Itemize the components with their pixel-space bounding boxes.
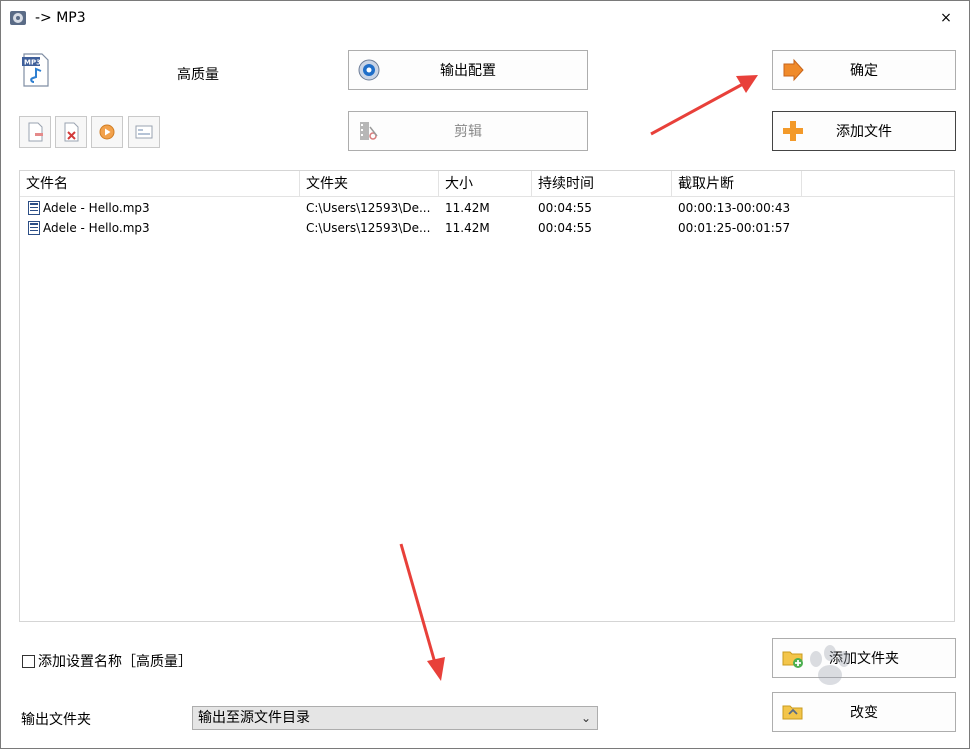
annotation-arrowhead-output — [427, 657, 445, 681]
remove-button[interactable] — [19, 116, 51, 148]
title-bar: -> MP3 × — [1, 1, 969, 35]
cell-duration: 00:04:55 — [538, 221, 592, 235]
cell-folder: C:\Users\12593\De... — [306, 221, 431, 235]
cut-button[interactable]: 剪辑 — [348, 111, 588, 151]
window-title: -> MP3 — [35, 10, 86, 26]
folder-change-icon — [782, 705, 803, 720]
play-button[interactable] — [91, 116, 123, 148]
cell-clip: 00:01:25-00:01:57 — [678, 221, 791, 235]
settings-gear-icon — [358, 59, 380, 81]
chevron-down-icon: ⌄ — [580, 711, 591, 725]
output-config-button[interactable]: 输出配置 — [348, 50, 588, 90]
cell-size: 11.42M — [445, 201, 490, 215]
svg-text:MP3: MP3 — [24, 59, 41, 67]
audio-file-icon — [28, 201, 40, 215]
ok-button[interactable]: 确定 — [772, 50, 956, 90]
change-button[interactable]: 改变 — [772, 692, 956, 732]
column-header-size[interactable]: 大小 — [439, 171, 532, 197]
add-file-button[interactable]: 添加文件 — [772, 111, 956, 151]
annotation-arrow-to-ok — [650, 82, 744, 136]
clear-list-button[interactable] — [55, 116, 87, 148]
add-setting-name-checkbox[interactable] — [22, 654, 35, 668]
cell-size: 11.42M — [445, 221, 490, 235]
close-button[interactable]: × — [923, 1, 969, 35]
output-config-label: 输出配置 — [440, 63, 496, 79]
add-setting-name-option[interactable]: 添加设置名称［高质量］ — [22, 651, 192, 671]
cell-clip: 00:00:13-00:00:43 — [678, 201, 791, 215]
file-list-header: 文件名 文件夹 大小 持续时间 截取片断 — [20, 171, 954, 197]
file-list[interactable]: 文件名 文件夹 大小 持续时间 截取片断 Adele - Hello.mp3 C… — [19, 170, 955, 622]
converter-window: -> MP3 × MP3 高质量 输出配置 确定 剪辑 添加文件 文件名 文件夹… — [0, 0, 970, 749]
app-icon — [10, 11, 26, 25]
info-button[interactable] — [128, 116, 160, 148]
info-icon — [135, 125, 153, 139]
output-folder-select[interactable]: 输出至源文件目录 ⌄ — [192, 706, 598, 730]
output-folder-selected: 输出至源文件目录 — [198, 710, 310, 726]
table-row[interactable]: Adele - Hello.mp3 C:\Users\12593\De... 1… — [20, 218, 954, 238]
add-setting-name-label: 添加设置名称［高质量］ — [38, 654, 192, 670]
add-folder-button[interactable]: 添加文件夹 — [772, 638, 956, 678]
cell-folder: C:\Users\12593\De... — [306, 201, 431, 215]
preset-label: 高质量 — [177, 67, 219, 83]
audio-file-icon — [28, 221, 40, 235]
film-scissors-icon — [360, 122, 378, 140]
cell-filename: Adele - Hello.mp3 — [43, 201, 150, 215]
annotation-arrowhead-ok — [736, 75, 758, 93]
arrow-right-icon — [783, 58, 804, 82]
column-header-clip[interactable]: 截取片断 — [672, 171, 802, 197]
folder-add-icon — [782, 651, 803, 668]
plus-icon — [783, 121, 803, 141]
column-header-filename[interactable]: 文件名 — [20, 171, 300, 197]
clear-icon — [64, 122, 79, 142]
column-header-duration[interactable]: 持续时间 — [532, 171, 672, 197]
cell-duration: 00:04:55 — [538, 201, 592, 215]
cut-label: 剪辑 — [454, 124, 482, 140]
output-folder-label: 输出文件夹 — [21, 712, 91, 728]
remove-icon — [28, 122, 43, 142]
column-header-folder[interactable]: 文件夹 — [300, 171, 439, 197]
play-icon — [99, 124, 115, 140]
table-row[interactable]: Adele - Hello.mp3 C:\Users\12593\De... 1… — [20, 198, 954, 218]
cell-filename: Adele - Hello.mp3 — [43, 221, 150, 235]
mp3-file-icon: MP3 — [22, 53, 49, 87]
